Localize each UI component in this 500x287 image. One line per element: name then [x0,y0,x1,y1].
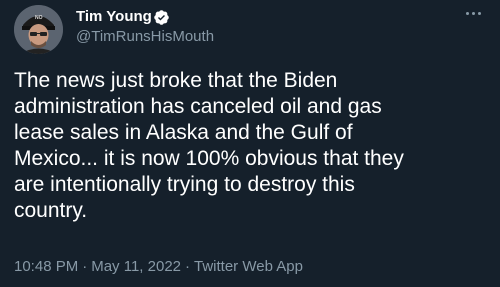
tweet-text: The news just broke that the Biden admin… [14,68,492,224]
meta-separator: · [185,258,190,275]
tweet-line: The news just broke that the Biden [14,69,338,92]
author-display-name[interactable]: Tim Young [76,8,152,26]
verified-badge-icon [154,10,169,25]
tweet-card: NO Tim Young @TimRunsHisMouth The news j… [0,0,500,287]
meta-separator: · [82,258,88,275]
tweet-date[interactable]: May 11, 2022 [91,258,181,275]
tweet-line: are intentionally trying to destroy this [14,173,355,196]
tweet-time[interactable]: 10:48 PM [14,258,78,275]
tweet-meta: 10:48 PM · May 11, 2022 · Twitter Web App [14,258,303,276]
tweet-source[interactable]: Twitter Web App [194,258,303,275]
author-handle[interactable]: @TimRunsHisMouth [76,28,214,46]
tweet-line: country. [14,199,88,222]
tweet-line: lease sales in Alaska and the Gulf of [14,121,353,144]
tweet-line: administration has canceled oil and gas [14,95,382,118]
avatar[interactable]: NO [14,5,63,54]
avatar-hat-text: NO [35,15,43,21]
avatar-image: NO [14,5,63,54]
tweet-line: Mexico... it is now 100% obvious that th… [14,147,404,170]
more-options-icon[interactable] [462,4,484,22]
